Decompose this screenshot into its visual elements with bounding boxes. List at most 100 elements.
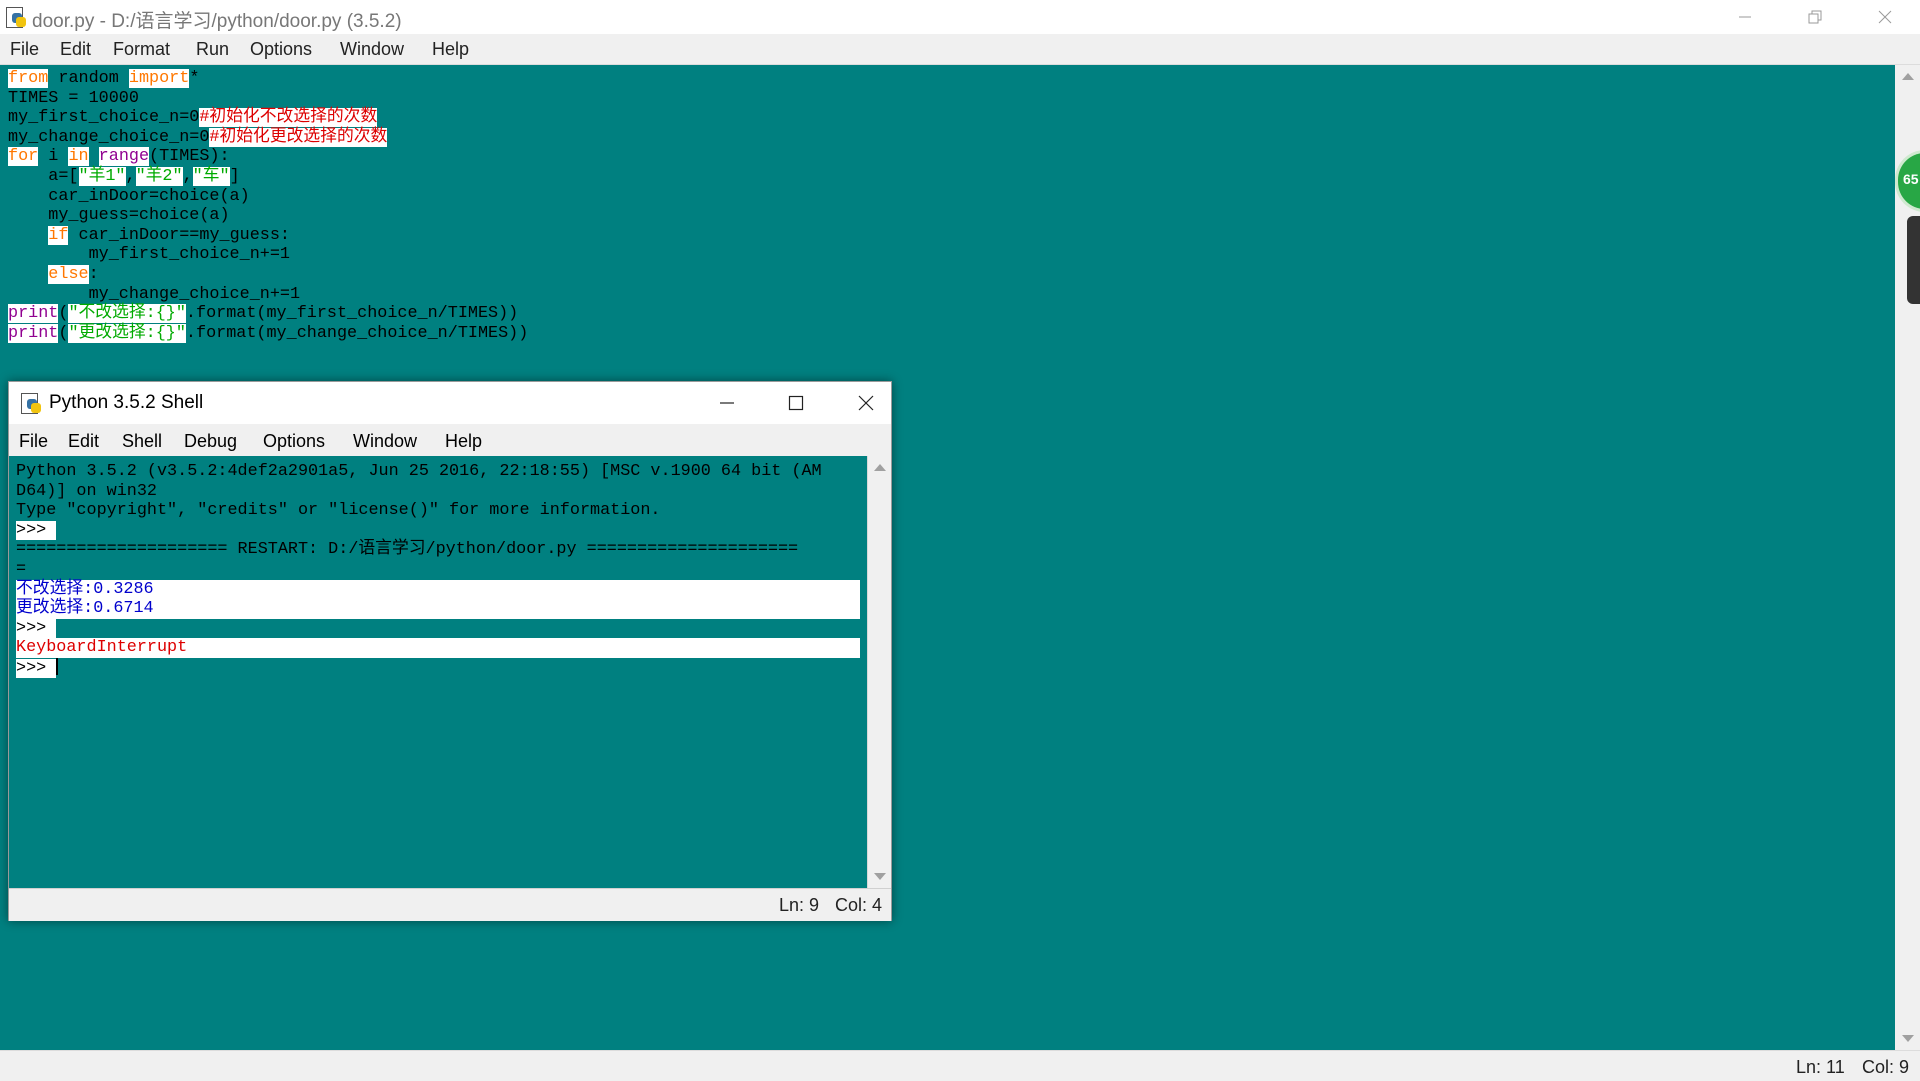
text-cursor <box>56 657 59 675</box>
code-token-cmt: #初始化不改选择的次数 <box>199 108 378 128</box>
shell-column-number: Col: 4 <box>835 895 883 915</box>
code-token: a=[ <box>8 166 79 186</box>
scroll-down-icon[interactable] <box>1902 1035 1914 1042</box>
floating-widget-handle[interactable] <box>1907 216 1920 304</box>
code-line: a=["羊1","羊2","车"] <box>8 166 528 187</box>
code-token: my_first_choice_n=0 <box>8 108 200 128</box>
editor-titlebar[interactable]: door.py - D:/语言学习/python/door.py (3.5.2) <box>0 0 1920 34</box>
menu-file[interactable]: File <box>10 39 39 60</box>
code-line: my_change_choice_n+=1 <box>8 285 528 305</box>
close-icon <box>1878 10 1892 24</box>
minimize-button[interactable] <box>1710 0 1780 34</box>
code-token-str: "不改选择:{}" <box>68 304 186 324</box>
code-token-str: "车" <box>192 166 230 186</box>
scroll-up-icon[interactable] <box>1902 73 1914 80</box>
code-line: TIMES = 10000 <box>8 89 528 109</box>
restore-icon <box>1808 10 1822 24</box>
idle-app-icon <box>19 392 41 414</box>
code-line: from random import* <box>8 69 528 89</box>
code-line: else: <box>8 264 528 285</box>
code-token-kw: for <box>8 147 39 167</box>
shell-minimize-button[interactable] <box>692 382 762 424</box>
shell-line: Python 3.5.2 (v3.5.2:4def2a2901a5, Jun 2… <box>16 462 860 482</box>
code-token: car_inDoor==my_guess: <box>68 225 291 245</box>
code-token: (TIMES): <box>149 147 230 167</box>
code-token: ] <box>229 166 240 186</box>
scroll-up-icon[interactable] <box>874 464 886 471</box>
close-button[interactable] <box>1850 0 1920 34</box>
code-token: , <box>182 166 193 186</box>
code-token: my_guess=choice(a) <box>8 206 230 226</box>
code-line: for i in range(TIMES): <box>8 147 528 167</box>
code-token-kw: from <box>8 69 49 88</box>
code-line: print("不改选择:{}".format(my_first_choice_n… <box>8 304 528 324</box>
shell-window: Python 3.5.2 Shell File Edit Shell Debug… <box>8 381 892 921</box>
code-token: TIMES = 10000 <box>8 88 139 108</box>
code-token-str: "羊1" <box>78 166 126 186</box>
shell-scrollbar[interactable] <box>867 456 891 888</box>
menu-help[interactable]: Help <box>432 39 469 60</box>
shell-line: 更改选择:0.6714 <box>16 599 860 619</box>
menu-edit[interactable]: Edit <box>60 39 91 60</box>
code-line: my_first_choice_n=0#初始化不改选择的次数 <box>8 108 528 128</box>
minimize-icon <box>1739 16 1751 18</box>
minimize-icon <box>720 402 734 404</box>
shell-line: 不改选择:0.3286 <box>16 579 860 600</box>
code-token: , <box>125 166 136 186</box>
code-token-cmt: #初始化更改选择的次数 <box>209 127 388 147</box>
shell-menu-debug[interactable]: Debug <box>184 431 237 452</box>
code-token-kw: import <box>128 69 190 88</box>
editor-scrollbar[interactable] <box>1895 65 1920 1050</box>
code-token-kw: else <box>48 264 89 284</box>
shell-line-text: = <box>16 559 27 579</box>
shell-maximize-button[interactable] <box>761 382 831 424</box>
code-token: .format(my_change_choice_n/TIMES)) <box>185 323 529 343</box>
code-token: my_change_choice_n+=1 <box>8 284 301 304</box>
shell-line: D64)] on win32 <box>16 482 860 502</box>
code-line: my_change_choice_n=0#初始化更改选择的次数 <box>8 127 528 148</box>
scroll-down-icon[interactable] <box>874 873 886 880</box>
shell-menu-shell[interactable]: Shell <box>122 431 162 452</box>
code-token-bi: print <box>8 304 59 324</box>
editor-title: door.py - D:/语言学习/python/door.py (3.5.2) <box>32 11 402 32</box>
code-line: car_inDoor=choice(a) <box>8 187 528 207</box>
code-token: car_inDoor=choice(a) <box>8 186 250 206</box>
shell-line-text: D64)] on win32 <box>16 481 157 501</box>
editor-line-number: Ln: 11 <box>1796 1057 1845 1077</box>
shell-output: Python 3.5.2 (v3.5.2:4def2a2901a5, Jun 2… <box>16 462 860 679</box>
shell-line-text: ===================== RESTART: D:/语言学习/p… <box>16 540 799 560</box>
code-token: ( <box>58 323 69 343</box>
shell-prompt: >>> <box>16 520 57 540</box>
shell-text-area[interactable]: Python 3.5.2 (v3.5.2:4def2a2901a5, Jun 2… <box>9 456 867 888</box>
shell-menu-edit[interactable]: Edit <box>68 431 99 452</box>
shell-titlebar[interactable]: Python 3.5.2 Shell <box>9 382 891 424</box>
editor-column-number: Col: 9 <box>1862 1057 1910 1077</box>
code-token-kw: in <box>68 147 89 167</box>
shell-menu-file[interactable]: File <box>19 431 48 452</box>
shell-line: >>> <box>16 657 860 679</box>
shell-line-text: 不改选择:0.3286 <box>16 579 154 599</box>
source-code: from random import* TIMES = 10000 my_first… <box>8 69 528 343</box>
code-line: my_first_choice_n+=1 <box>8 245 528 265</box>
shell-menu-options[interactable]: Options <box>263 431 325 452</box>
code-token-str: "更改选择:{}" <box>68 323 186 343</box>
menu-format[interactable]: Format <box>113 39 170 60</box>
shell-close-button[interactable] <box>831 382 901 424</box>
code-line: if car_inDoor==my_guess: <box>8 225 528 246</box>
editor-menubar: File Edit Format Run Options Window Help <box>0 34 1920 65</box>
code-token: i <box>38 147 69 167</box>
menu-run[interactable]: Run <box>196 39 229 60</box>
menu-window[interactable]: Window <box>340 39 404 60</box>
shell-menu-window[interactable]: Window <box>353 431 417 452</box>
shell-line-text: Type "copyright", "credits" or "license(… <box>16 501 661 521</box>
code-token: my_change_choice_n=0 <box>8 127 210 147</box>
shell-line: KeyboardInterrupt <box>16 638 860 658</box>
code-token: random <box>48 69 129 88</box>
restore-button[interactable] <box>1780 0 1850 34</box>
code-token: * <box>189 69 200 88</box>
shell-prompt: >>> <box>16 658 57 678</box>
menu-options[interactable]: Options <box>250 39 312 60</box>
shell-menu-help[interactable]: Help <box>445 431 482 452</box>
